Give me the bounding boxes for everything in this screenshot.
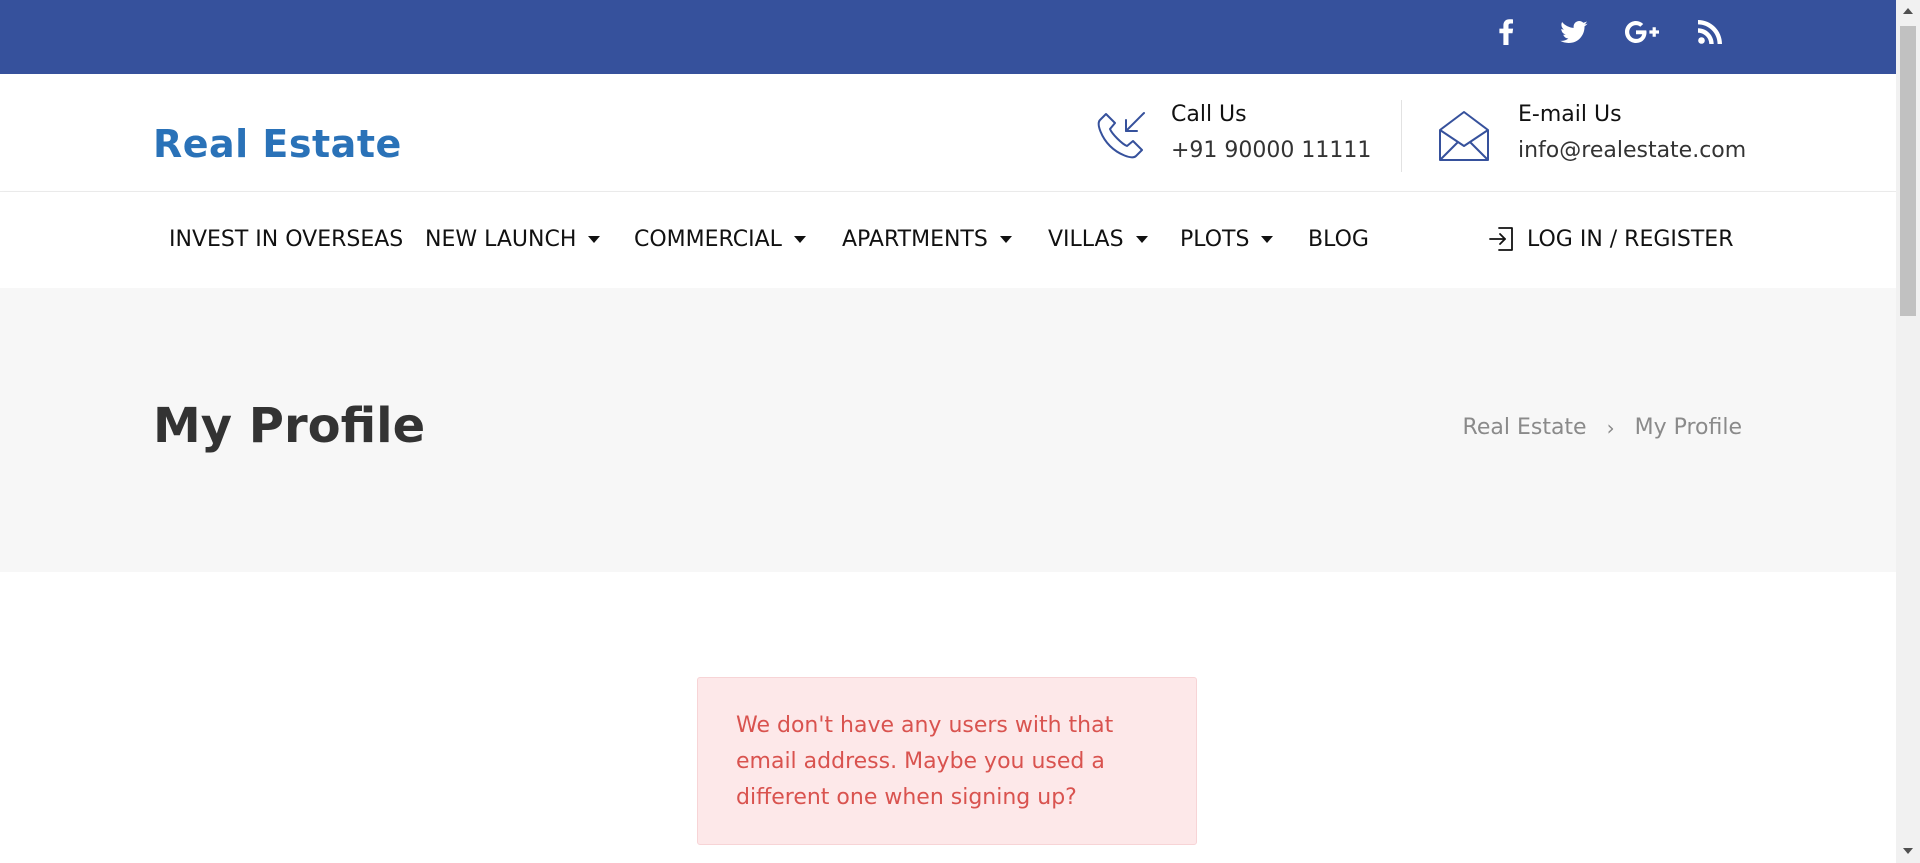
breadcrumb: Real Estate › My Profile: [1463, 415, 1742, 440]
twitter-link[interactable]: [1554, 14, 1594, 50]
nav-villas[interactable]: VILLAS: [1048, 222, 1148, 256]
rss-link[interactable]: [1690, 14, 1730, 50]
site-header: Real Estate Call Us +91 90000 11111 E-ma…: [0, 74, 1896, 192]
facebook-icon: [1499, 19, 1514, 45]
login-register-link[interactable]: LOG IN / REGISTER: [1487, 222, 1734, 256]
nav-apartments[interactable]: APARTMENTS: [842, 222, 1012, 256]
caret-down-icon: [793, 235, 806, 243]
nav-commercial[interactable]: COMMERCIAL: [634, 222, 806, 256]
nav-label: COMMERCIAL: [634, 226, 782, 252]
page-title: My Profile: [153, 398, 426, 454]
breadcrumb-home-link[interactable]: Real Estate: [1463, 415, 1587, 440]
header-divider: [1401, 100, 1402, 172]
main-nav: INVEST IN OVERSEAS NEW LAUNCH COMMERCIAL…: [0, 192, 1896, 288]
breadcrumb-current: My Profile: [1634, 415, 1742, 440]
phone-number[interactable]: +91 90000 11111: [1171, 138, 1371, 163]
nav-invest-in-overseas[interactable]: INVEST IN OVERSEAS: [169, 222, 403, 256]
google-plus-icon: [1625, 21, 1659, 43]
call-us-title: Call Us: [1171, 102, 1247, 127]
google-plus-link[interactable]: [1622, 14, 1662, 50]
email-address[interactable]: info@realestate.com: [1518, 138, 1746, 163]
error-alert: We don't have any users with that email …: [697, 677, 1197, 845]
nav-label: BLOG: [1308, 226, 1369, 252]
top-social-bar: [0, 0, 1896, 74]
sign-in-icon: [1489, 227, 1513, 251]
rss-icon: [1698, 20, 1722, 44]
scroll-thumb[interactable]: [1900, 26, 1916, 316]
caret-down-icon: [999, 235, 1012, 243]
facebook-link[interactable]: [1486, 14, 1526, 50]
envelope-icon: [1439, 111, 1489, 161]
email-us-title: E-mail Us: [1518, 102, 1622, 127]
nav-label: INVEST IN OVERSEAS: [169, 226, 404, 252]
site-logo[interactable]: Real Estate: [153, 122, 402, 166]
error-alert-message: We don't have any users with that email …: [736, 713, 1114, 810]
nav-label: VILLAS: [1048, 226, 1124, 252]
page-title-band: My Profile Real Estate › My Profile: [0, 288, 1896, 572]
nav-label: NEW LAUNCH: [425, 226, 577, 252]
page-scrollbar[interactable]: [1896, 0, 1920, 863]
caret-down-icon: [1135, 235, 1148, 243]
scroll-up-arrow-icon[interactable]: [1903, 8, 1913, 14]
breadcrumb-separator: ›: [1606, 415, 1615, 440]
nav-new-launch[interactable]: NEW LAUNCH: [425, 222, 601, 256]
phone-icon: [1097, 112, 1145, 159]
login-register-label: LOG IN / REGISTER: [1527, 226, 1734, 252]
caret-down-icon: [1261, 235, 1274, 243]
nav-plots[interactable]: PLOTS: [1180, 222, 1274, 256]
scroll-down-arrow-icon[interactable]: [1903, 848, 1913, 854]
twitter-icon: [1560, 21, 1588, 43]
caret-down-icon: [588, 235, 601, 243]
nav-label: PLOTS: [1180, 226, 1250, 252]
nav-label: APARTMENTS: [842, 226, 988, 252]
nav-blog[interactable]: BLOG: [1308, 222, 1369, 256]
